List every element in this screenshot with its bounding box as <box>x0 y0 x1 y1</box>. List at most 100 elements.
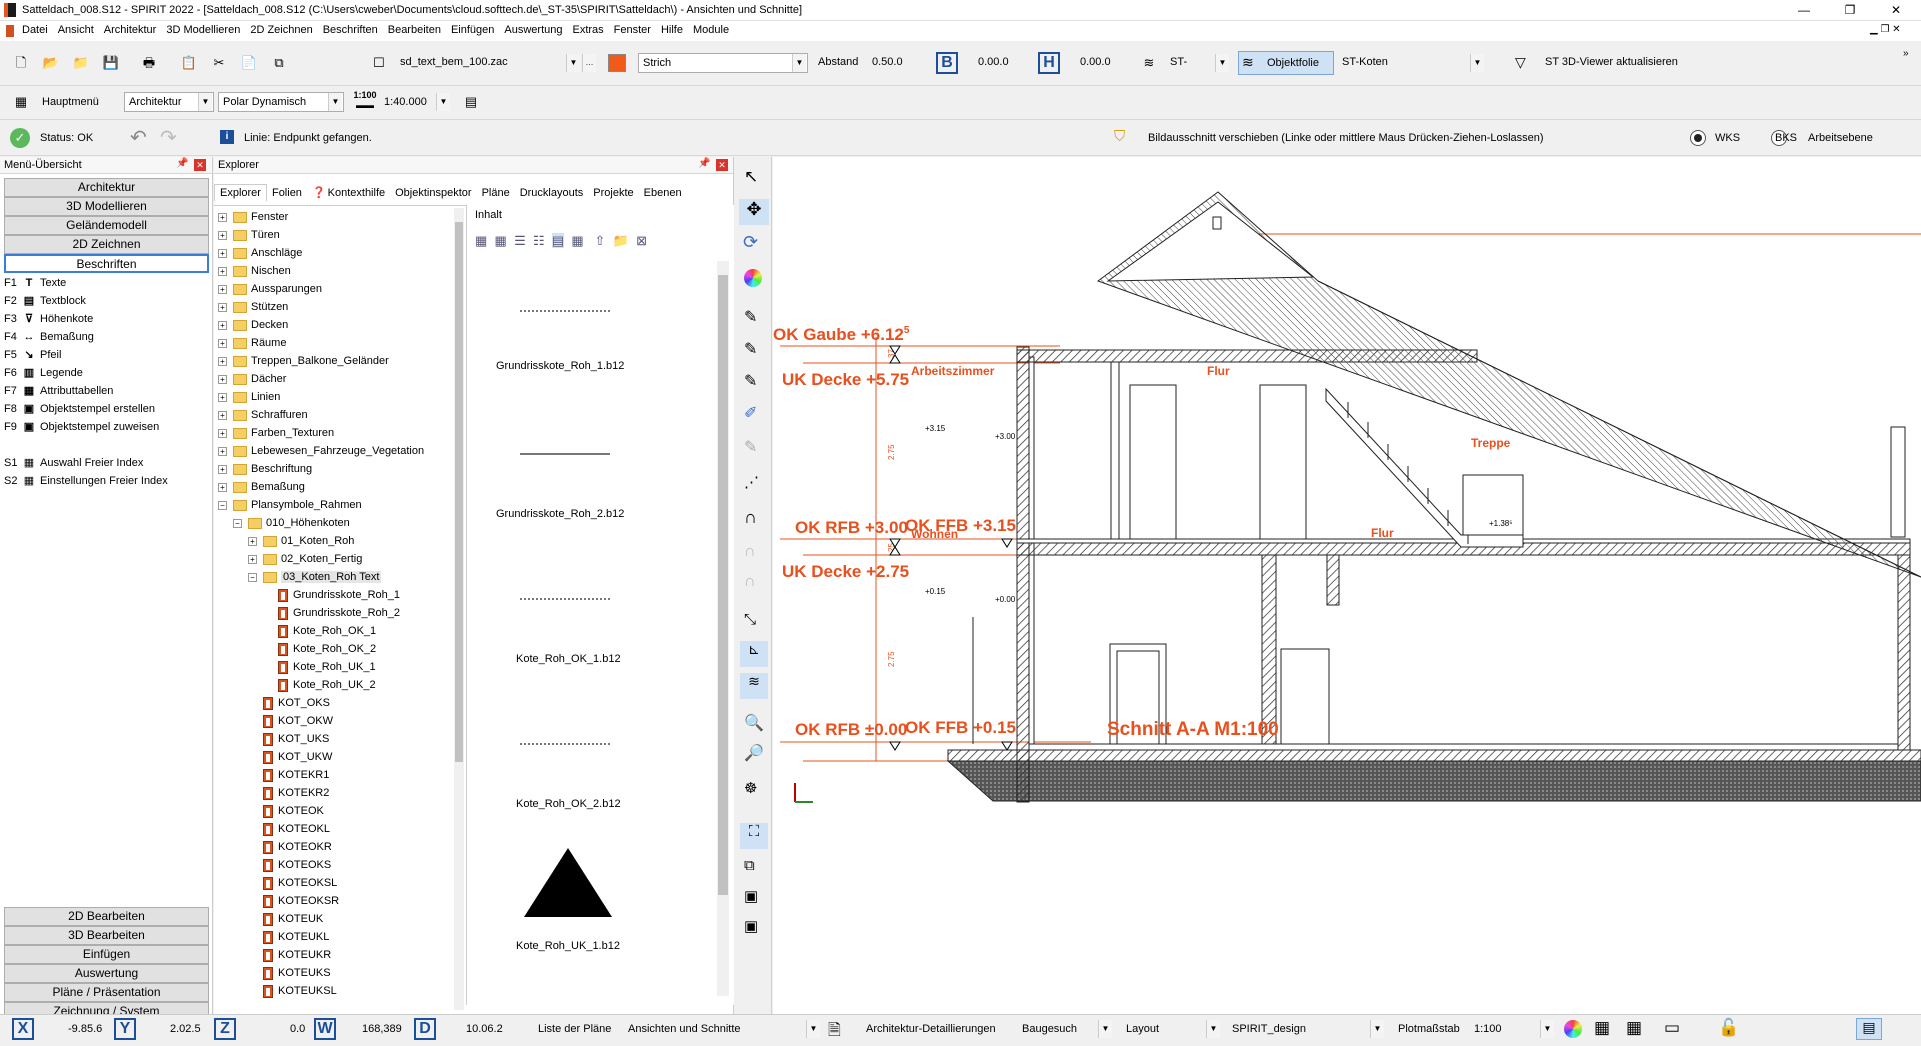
snap-mode-select[interactable]: Polar Dynamisch <box>218 92 344 112</box>
tab-plaene[interactable]: Pläne <box>477 185 515 201</box>
expand-icon[interactable]: + <box>218 356 227 366</box>
magnet2-icon[interactable]: ∩ <box>744 543 756 561</box>
move-icon[interactable]: ✥ <box>739 199 769 225</box>
tree-scrollbar[interactable] <box>454 208 464 1010</box>
tree-item[interactable]: Grundrisskote_Roh_2 <box>214 604 452 622</box>
tree-folder[interactable]: +01_Koten_Roh <box>214 532 452 550</box>
category-button-auswertung[interactable]: Auswertung <box>4 964 209 983</box>
tree-folder[interactable]: + Bemaßung <box>214 478 452 496</box>
plot-dropdown[interactable]: ▼ <box>1540 1020 1554 1038</box>
tab-explorer[interactable]: Explorer <box>214 184 267 201</box>
minimize-button[interactable]: — <box>1781 0 1827 21</box>
scale-dropdown[interactable]: ▼ <box>436 93 450 111</box>
tree-item[interactable]: KOTEKR1 <box>214 766 452 784</box>
tree-folder[interactable]: + Lebewesen_Fahrzeuge_Vegetation <box>214 442 452 460</box>
tree-item[interactable]: Kote_Roh_UK_2 <box>214 676 452 694</box>
snap-mode-dropdown[interactable]: ▼ <box>328 93 342 111</box>
tree-folder[interactable]: +02_Koten_Fertig <box>214 550 452 568</box>
tree-item[interactable]: KOTEUK <box>214 910 452 928</box>
tree-item[interactable]: KOT_UKS <box>214 730 452 748</box>
view-large-icon[interactable]: ▤ <box>551 233 565 248</box>
pan-hand-icon[interactable]: ☸ <box>744 779 757 797</box>
category-dropdown[interactable]: ▼ <box>198 93 212 111</box>
paste-icon[interactable]: 📄 <box>238 52 260 74</box>
viewer-update-button[interactable]: ST 3D-Viewer aktualisieren <box>1545 56 1678 68</box>
expand-icon[interactable]: + <box>218 338 227 348</box>
pen3-icon[interactable]: ✎ <box>744 371 757 391</box>
view-box-icon[interactable]: ⧉ <box>744 857 755 874</box>
abstand-value[interactable]: 0.50.0 <box>872 56 903 68</box>
expand-icon[interactable]: + <box>218 284 227 294</box>
tree-folder[interactable]: + Stützen <box>214 298 452 316</box>
menu-module[interactable]: Module <box>688 21 734 36</box>
category-button-plaene-praesentation[interactable]: Pläne / Präsentation <box>4 983 209 1002</box>
print-icon[interactable]: 🖶 <box>138 52 160 74</box>
rotate-icon[interactable]: ⟳ <box>743 232 758 253</box>
explorer-close-icon[interactable]: ✕ <box>716 159 728 171</box>
tree-item[interactable]: KOTEUKL <box>214 928 452 946</box>
grid2-icon[interactable]: ▦ <box>1626 1018 1642 1038</box>
line-type-select[interactable]: Strich <box>638 53 808 73</box>
undo-icon[interactable]: ↶ <box>130 125 147 150</box>
tab-objektinspektor[interactable]: Objektinspektor <box>390 185 476 201</box>
arbeitsebene-label[interactable]: Arbeitsebene <box>1808 132 1873 144</box>
expand-icon[interactable]: + <box>218 374 227 384</box>
lock-ortho-icon[interactable]: ⊾ <box>740 641 768 667</box>
pen2-icon[interactable]: ✎ <box>744 339 757 359</box>
category-button-beschriften[interactable]: Beschriften <box>4 254 209 273</box>
snap-icon[interactable]: ⤡ <box>744 611 756 628</box>
y-coord-value[interactable]: 2.02.5 <box>170 1023 201 1035</box>
menu-einfuegen[interactable]: Einfügen <box>446 21 499 36</box>
tree-folder[interactable]: − Plansymbole_Rahmen <box>214 496 452 514</box>
color-swatch[interactable] <box>608 54 626 72</box>
layer-stack-icon[interactable]: ≋ <box>1138 52 1160 74</box>
content-scrollbar[interactable] <box>717 261 729 996</box>
expand-icon[interactable]: + <box>248 536 257 546</box>
menu-3d-modellieren[interactable]: 3D Modellieren <box>161 21 245 36</box>
menu-auswertung[interactable]: Auswertung <box>499 21 567 36</box>
checkbox-icon[interactable]: ☐ <box>368 52 390 74</box>
lock-icon[interactable]: 🔓 <box>1718 1018 1739 1038</box>
category-button-3d-modellieren[interactable]: 3D Modellieren <box>4 197 209 216</box>
menu-beschriften[interactable]: Beschriften <box>318 21 383 36</box>
expand-icon[interactable]: + <box>218 392 227 402</box>
view-frame-icon[interactable]: ⛶ <box>740 823 768 849</box>
mdi-controls[interactable]: ▁ ❐ ✕ <box>1870 24 1901 35</box>
z-coord-value[interactable]: 0.0 <box>290 1023 305 1035</box>
index-item-2[interactable]: S2 ▦ Einstellungen Freier Index <box>4 473 209 490</box>
redo-icon[interactable]: ↷ <box>160 125 177 150</box>
tab-drucklayouts[interactable]: Drucklayouts <box>515 185 589 201</box>
pen-icon[interactable]: ✎ <box>744 307 757 327</box>
tree-folder[interactable]: + Beschriftung <box>214 460 452 478</box>
h-icon[interactable]: H <box>1038 52 1060 74</box>
tree-folder[interactable]: + Fenster <box>214 208 452 226</box>
plan-dropdown[interactable]: ▼ <box>806 1020 820 1038</box>
content-scroll-thumb[interactable] <box>718 275 728 895</box>
drawing-canvas[interactable]: OK Gaube +6.125 UK Decke +5.75 OK RFB +3… <box>773 157 1921 1014</box>
design-dropdown[interactable]: ▼ <box>1370 1020 1384 1038</box>
d-coord-value[interactable]: 10.06.2 <box>466 1023 503 1035</box>
tree-folder[interactable]: + Dächer <box>214 370 452 388</box>
tab-projekte[interactable]: Projekte <box>588 185 638 201</box>
menu-bearbeiten[interactable]: Bearbeiten <box>383 21 446 36</box>
line-type-dropdown[interactable]: ▼ <box>792 54 806 72</box>
panel-close-icon[interactable]: ✕ <box>194 159 206 171</box>
open-folder-icon[interactable]: 📂 <box>40 52 62 74</box>
detail-dropdown[interactable]: ▼ <box>1098 1020 1112 1038</box>
status-text[interactable]: Status: OK <box>40 132 93 144</box>
cut-icon[interactable]: ✂ <box>208 52 230 74</box>
function-item-objektstempel-zuweisen[interactable]: F9 ▣ Objektstempel zuweisen <box>4 419 209 436</box>
zoom-window-icon[interactable]: 🔎 <box>744 743 764 763</box>
collapse-icon[interactable]: − <box>218 500 227 510</box>
copy-icon[interactable]: ⧉ <box>268 52 290 74</box>
tree-item[interactable]: Kote_Roh_OK_1 <box>214 622 452 640</box>
view-box2-icon[interactable]: ▣ <box>744 887 758 905</box>
x-coord-value[interactable]: -9.85.6 <box>68 1023 102 1035</box>
brush-icon[interactable]: ✎ <box>744 437 757 457</box>
expand-icon[interactable]: + <box>218 248 227 258</box>
tree-folder[interactable]: + Anschläge <box>214 244 452 262</box>
layout-dropdown[interactable]: ▼ <box>1206 1020 1220 1038</box>
toolbar-overflow[interactable]: » <box>1903 48 1909 59</box>
tree-item[interactable]: KOT_OKS <box>214 694 452 712</box>
thumbnail-3[interactable]: Kote_Roh_OK_1.b12 <box>516 590 621 665</box>
